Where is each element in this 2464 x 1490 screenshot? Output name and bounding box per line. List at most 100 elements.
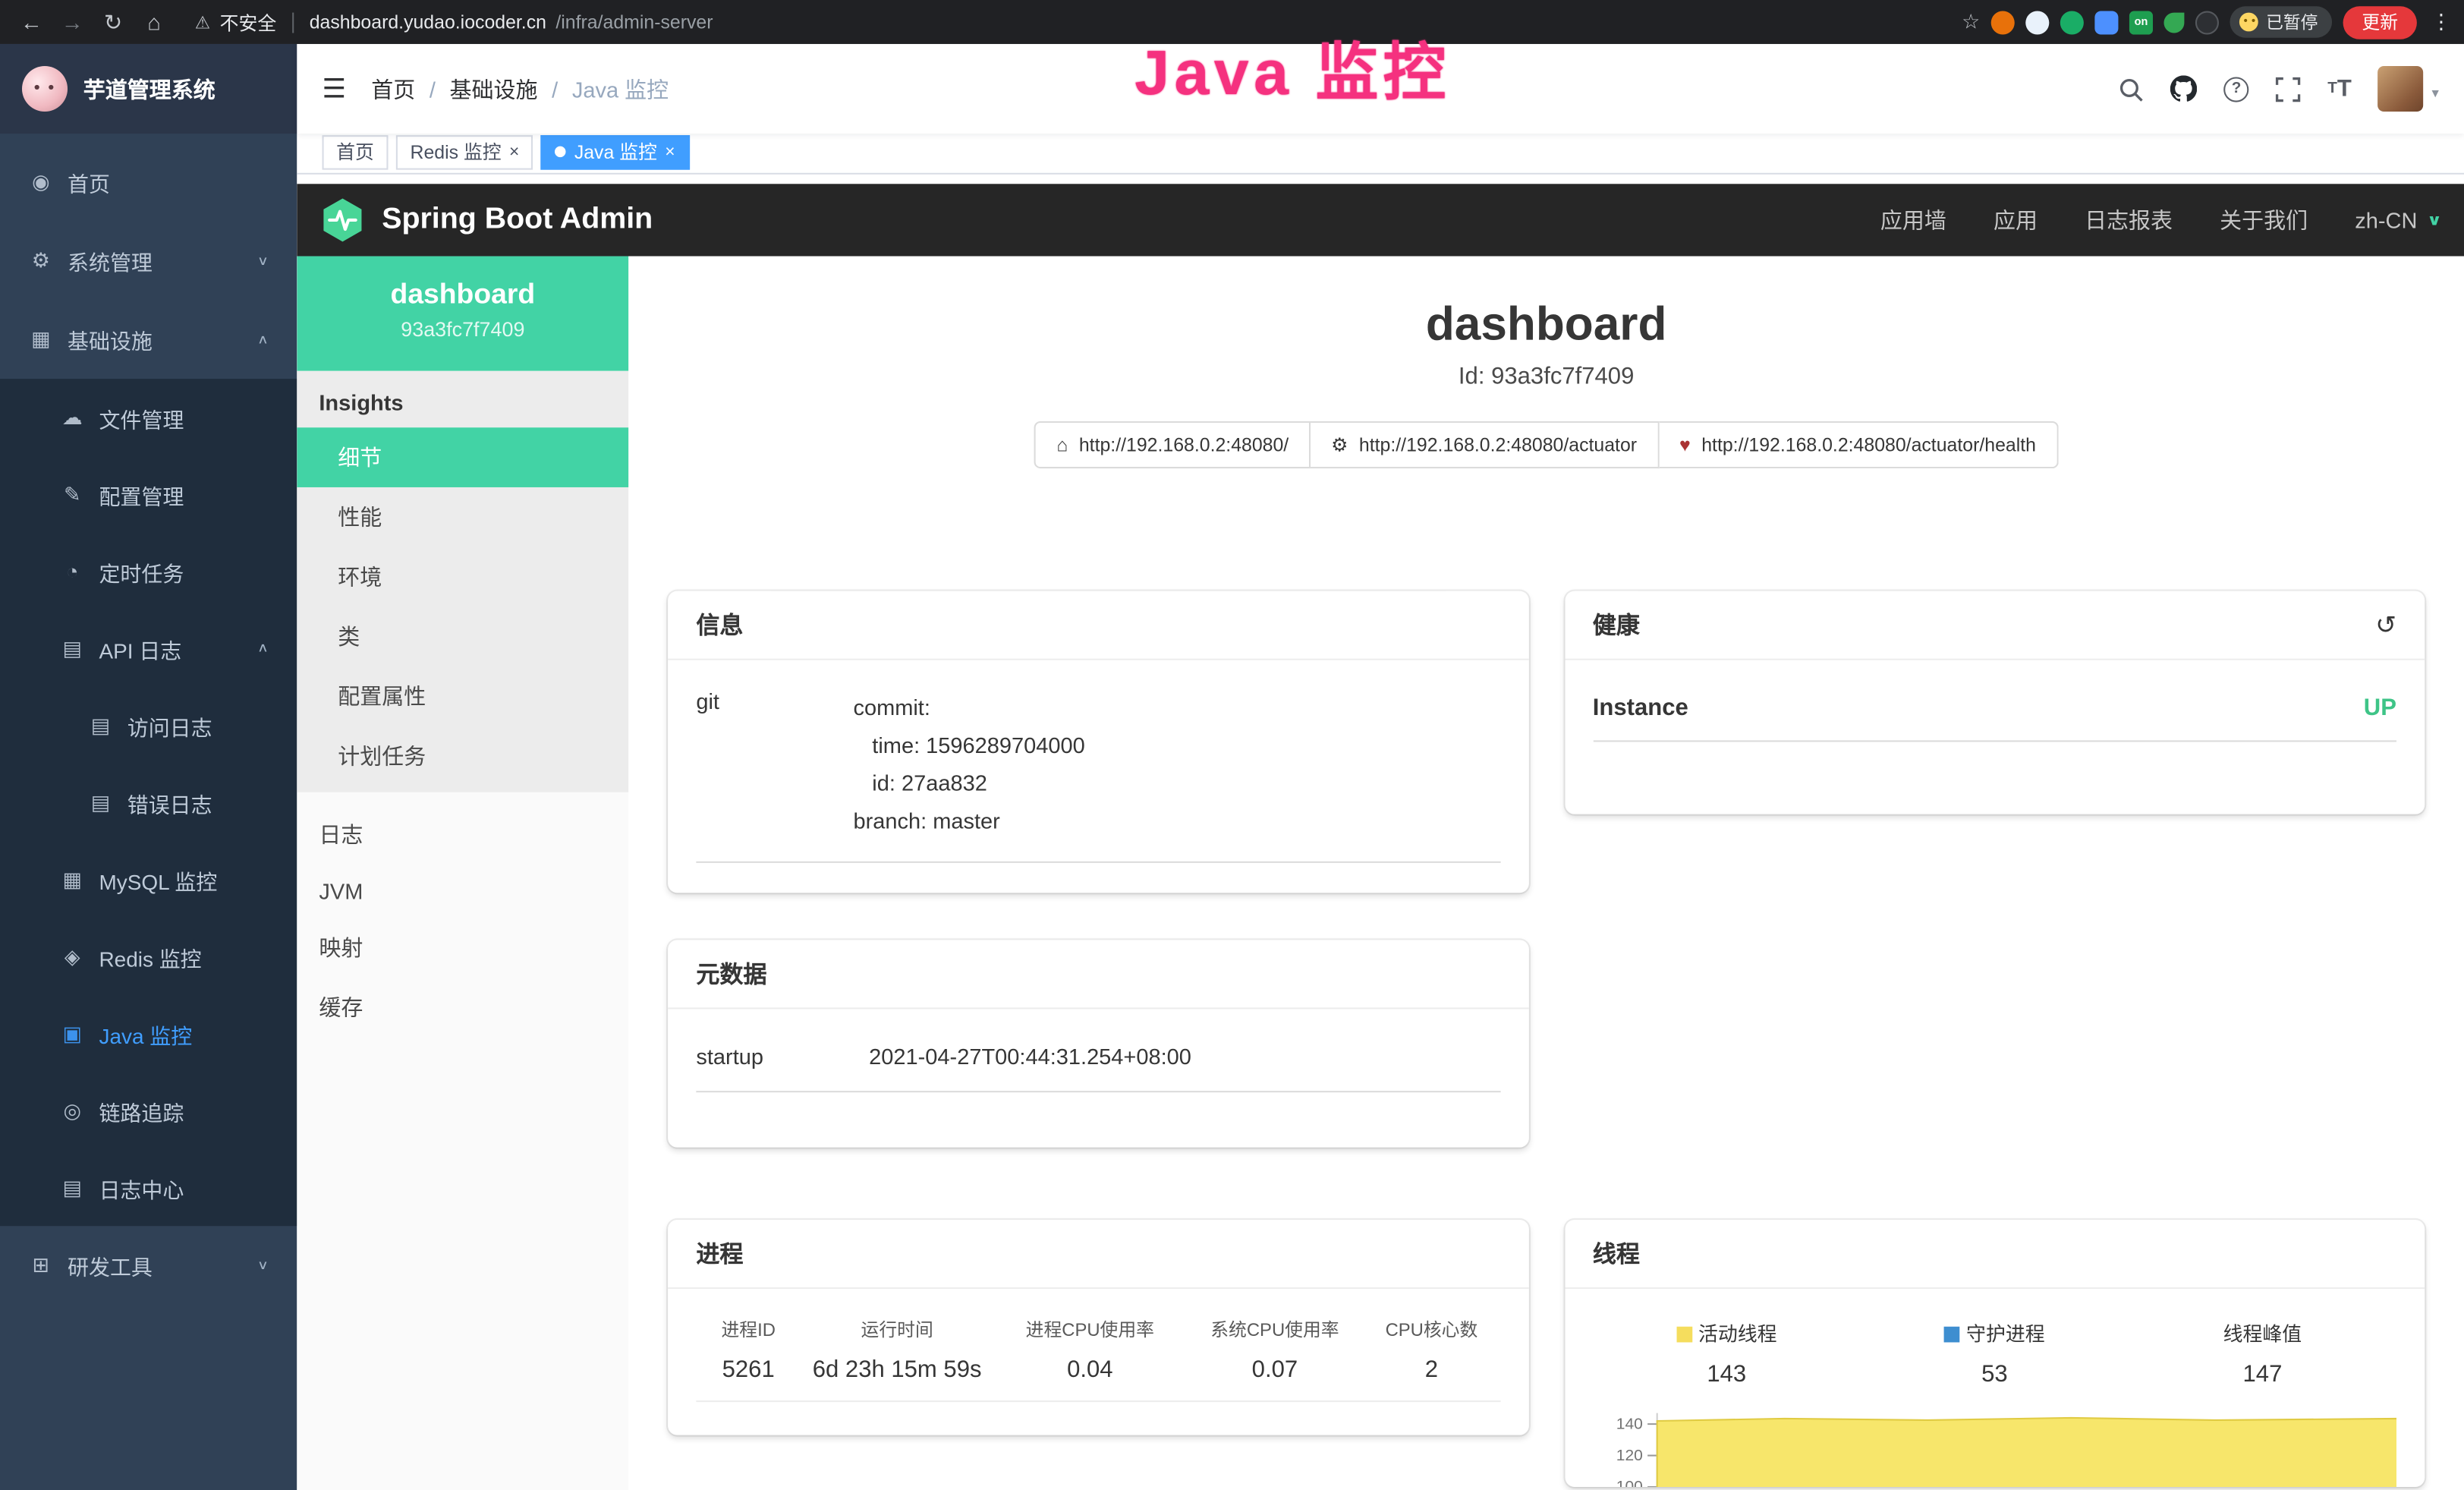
font-size-icon[interactable]: TT [2327, 75, 2352, 102]
sba-nav-journal[interactable]: 日志报表 [2085, 204, 2173, 235]
tab-home[interactable]: 首页 [323, 134, 389, 169]
health-url-link[interactable]: ♥ http://192.168.0.2:48080/actuator/heal… [1659, 421, 2058, 468]
svg-text:120: 120 [1616, 1447, 1642, 1464]
sba-brand-title[interactable]: Spring Boot Admin [382, 203, 653, 238]
sba-nav-wallboard[interactable]: 应用墙 [1880, 204, 1946, 235]
threads-chart-svg: 140 120 100 [1593, 1407, 2396, 1487]
process-table-head: 进程ID 运行时间 进程CPU使用率 系统CPU使用率 CPU核心数 [696, 1302, 1499, 1343]
sidebar-item-home[interactable]: ◉ 首页 [0, 143, 297, 222]
sidebar-item-file-mgmt[interactable]: ☁ 文件管理 [0, 379, 297, 455]
sidebar-item-mysql-monitor[interactable]: ▦ MySQL 监控 [0, 841, 297, 918]
tab-redis-monitor[interactable]: Redis 监控 × [396, 134, 533, 169]
system-cpu: 0.07 [1186, 1356, 1363, 1383]
extension-leaf-icon[interactable] [2163, 12, 2184, 33]
sba-item-details[interactable]: 细节 [297, 427, 628, 487]
help-icon[interactable]: ? [2224, 76, 2249, 101]
sba-item-classes[interactable]: 类 [297, 606, 628, 666]
sidebar-item-log-center[interactable]: ▤ 日志中心 [0, 1149, 297, 1226]
sba-item-environment[interactable]: 环境 [297, 547, 628, 607]
sba-instance-id: 93a3fc7f7409 [297, 317, 628, 341]
sba-nav-about[interactable]: 关于我们 [2220, 204, 2308, 235]
link-label: http://192.168.0.2:48080/actuator [1359, 434, 1637, 456]
github-icon[interactable] [2170, 75, 2197, 102]
process-pid: 5261 [696, 1356, 801, 1383]
extension-drop-icon[interactable] [2025, 10, 2049, 33]
process-col-label: 进程ID [696, 1317, 801, 1342]
sidebar-item-error-logs[interactable]: ▤ 错误日志 [0, 764, 297, 840]
sba-item-metrics[interactable]: 性能 [297, 487, 628, 547]
annotation-java-monitor: Java 监控 [1134, 22, 1450, 113]
breadcrumb-infrastructure[interactable]: 基础设施 [450, 73, 538, 104]
address-divider [292, 12, 294, 33]
sba-item-config-props[interactable]: 配置属性 [297, 666, 628, 726]
sidebar-item-system-mgmt[interactable]: ⚙ 系统管理 ∨ [0, 222, 297, 301]
actuator-url-link[interactable]: ⚙ http://192.168.0.2:48080/actuator [1311, 421, 1659, 468]
search-icon[interactable] [2119, 76, 2144, 101]
chrome-update-button[interactable]: 更新 [2343, 5, 2417, 38]
eye-icon: ◎ [60, 1098, 85, 1123]
sba-instance-block[interactable]: dashboard 93a3fc7f7409 [297, 257, 628, 371]
instance-links: ⌂ http://192.168.0.2:48080/ ⚙ http://192… [1034, 421, 2058, 468]
tab-java-monitor[interactable]: Java 监控 × [541, 134, 689, 169]
health-card: 健康 ↺ Instance UP [1564, 591, 2425, 814]
app-logo[interactable]: 芋道管理系统 [0, 44, 297, 134]
legend-label: 活动线程 [1698, 1324, 1777, 1346]
user-avatar[interactable] [2378, 66, 2424, 112]
info-value: commit: time: 1596289704000 id: 27aa832 … [853, 688, 1084, 840]
sba-item-logs[interactable]: 日志 [297, 805, 628, 865]
cards-right-column: 健康 ↺ Instance UP [1564, 591, 2425, 1487]
extension-dark-icon[interactable] [2195, 10, 2219, 33]
chevron-down-icon: ∨ [257, 1258, 269, 1272]
sba-language-select[interactable]: zh-CN ∨ [2355, 207, 2442, 232]
sba-insights-section: Insights 细节 性能 环境 类 配置属性 计划任务 [297, 371, 628, 792]
sba-item-mappings[interactable]: 映射 [297, 918, 628, 978]
legend-swatch-blue-icon [1944, 1327, 1960, 1343]
hamburger-icon[interactable]: ☰ [323, 73, 347, 104]
extension-grid-icon[interactable] [2094, 10, 2118, 33]
sidebar-item-java-monitor[interactable]: ▣ Java 监控 [0, 995, 297, 1072]
cpu-cores: 2 [1363, 1356, 1499, 1383]
sidebar-item-tracing[interactable]: ◎ 链路追踪 [0, 1072, 297, 1148]
sidebar-item-dev-tools[interactable]: ⊞ 研发工具 ∨ [0, 1226, 297, 1305]
sidebar-item-config-mgmt[interactable]: ✎ 配置管理 [0, 456, 297, 533]
sidebar-item-infrastructure[interactable]: ▦ 基础设施 ∧ [0, 301, 297, 380]
sba-item-caches[interactable]: 缓存 [297, 978, 628, 1038]
sidebar-item-scheduled-tasks[interactable]: ◔ 定时任务 [0, 533, 297, 610]
sba-nav-applications[interactable]: 应用 [1994, 204, 2038, 235]
browser-menu-icon[interactable]: ⋮ [2431, 9, 2452, 34]
reload-icon[interactable]: ↻ [94, 8, 132, 35]
profile-paused-badge[interactable]: 已暂停 [2230, 6, 2332, 37]
breadcrumb-home[interactable]: 首页 [371, 73, 415, 104]
back-icon[interactable]: ← [13, 9, 51, 34]
info-card-body: git commit: time: 1596289704000 id: 27aa… [668, 660, 1528, 863]
sba-item-scheduled[interactable]: 计划任务 [297, 726, 628, 786]
extension-fox-icon[interactable] [1991, 10, 2015, 33]
close-icon[interactable]: × [509, 142, 519, 161]
legend-live-threads: 活动线程 143 [1593, 1317, 1861, 1388]
extension-green-circle-icon[interactable] [2060, 10, 2084, 33]
user-caret-icon[interactable]: ▾ [2431, 85, 2438, 102]
sidebar-item-access-logs[interactable]: ▤ 访问日志 [0, 687, 297, 764]
history-icon[interactable]: ↺ [2375, 609, 2396, 640]
close-icon[interactable]: × [665, 142, 675, 161]
service-url-link[interactable]: ⌂ http://192.168.0.2:48080/ [1034, 421, 1311, 468]
sidebar-item-api-logs[interactable]: ▤ API 日志 ∧ [0, 610, 297, 686]
process-card-header: 进程 [668, 1220, 1528, 1289]
fullscreen-icon[interactable] [2276, 76, 2301, 101]
forward-icon[interactable]: → [53, 9, 91, 34]
threads-card-header: 线程 [1564, 1220, 2425, 1289]
sba-logo-icon[interactable] [319, 197, 366, 244]
info-card-header: 信息 [668, 591, 1528, 660]
link-label: http://192.168.0.2:48080/actuator/health [1701, 434, 2036, 456]
health-row-instance[interactable]: Instance UP [1593, 695, 2396, 742]
extension-on-badge-icon[interactable]: on [2129, 10, 2153, 33]
bookmark-star-icon[interactable]: ☆ [1962, 9, 1980, 34]
sidebar-item-redis-monitor[interactable]: ◈ Redis 监控 [0, 918, 297, 994]
address-bar[interactable]: ⚠ 不安全 dashboard.yudao.iocoder.cn/infra/a… [195, 8, 713, 35]
dashboard-icon: ◉ [28, 170, 53, 195]
sba-other-items: 日志 JVM 映射 缓存 [297, 792, 628, 1038]
legend-swatch-yellow-icon [1676, 1327, 1692, 1343]
workspace: 芋道管理系统 ◉ 首页 ⚙ 系统管理 ∨ ▦ 基础设施 ∧ [0, 44, 2464, 1490]
sba-item-jvm[interactable]: JVM [297, 865, 628, 918]
browser-home-icon[interactable]: ⌂ [135, 9, 173, 34]
